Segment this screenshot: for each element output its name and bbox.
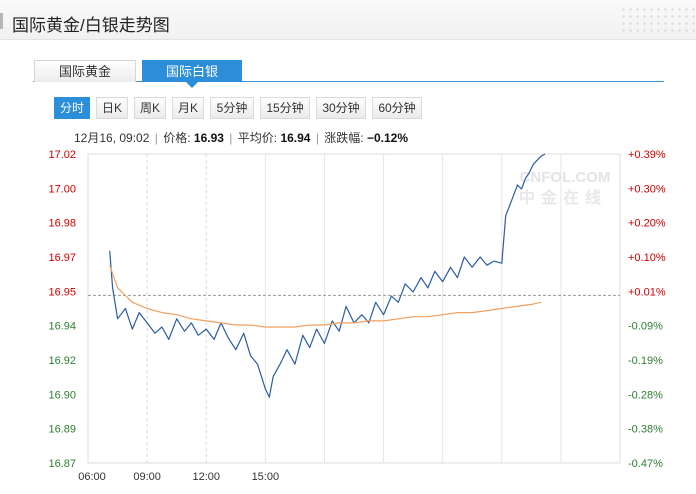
x-tick-label: 06:00 [78,471,106,483]
y-pct-tick-label: -0.09% [628,321,663,333]
y-pct-tick-label: +0.01% [628,286,666,298]
y-pct-tick-label: -0.38% [628,424,663,436]
y-pct-tick-label: +0.20% [628,218,666,230]
y-pct-tick-label: -0.19% [628,355,663,367]
y-tick-label: 16.94 [48,321,76,333]
y-tick-label: 16.92 [48,355,76,367]
y-pct-tick-label: +0.30% [628,183,666,195]
y-tick-label: 17.02 [48,149,76,161]
y-tick-label: 16.90 [48,389,76,401]
y-tick-label: 16.97 [48,252,76,264]
price-series-line [109,153,546,398]
y-pct-tick-label: -0.28% [628,389,663,401]
y-tick-label: 16.95 [48,286,76,298]
y-pct-tick-label: +0.10% [628,252,666,264]
average-series-line [109,265,542,328]
watermark-text: CNFOL.COM [520,169,611,186]
y-tick-label: 16.87 [48,458,76,470]
y-tick-label: 17.00 [48,183,76,195]
y-pct-tick-label: -0.47% [628,458,663,470]
y-pct-tick-label: +0.39% [628,149,666,161]
x-tick-label: 12:00 [192,471,220,483]
y-tick-label: 16.89 [48,424,76,436]
x-tick-label: 15:00 [252,471,280,483]
y-tick-label: 16.98 [48,218,76,230]
watermark-text: 中金在线 [519,188,607,207]
price-chart: 17.02 +0.39% 17.00 +0.30% 16.98 +0.20% 16.97 +0… [48,149,666,483]
x-tick-label: 09:00 [133,471,161,483]
